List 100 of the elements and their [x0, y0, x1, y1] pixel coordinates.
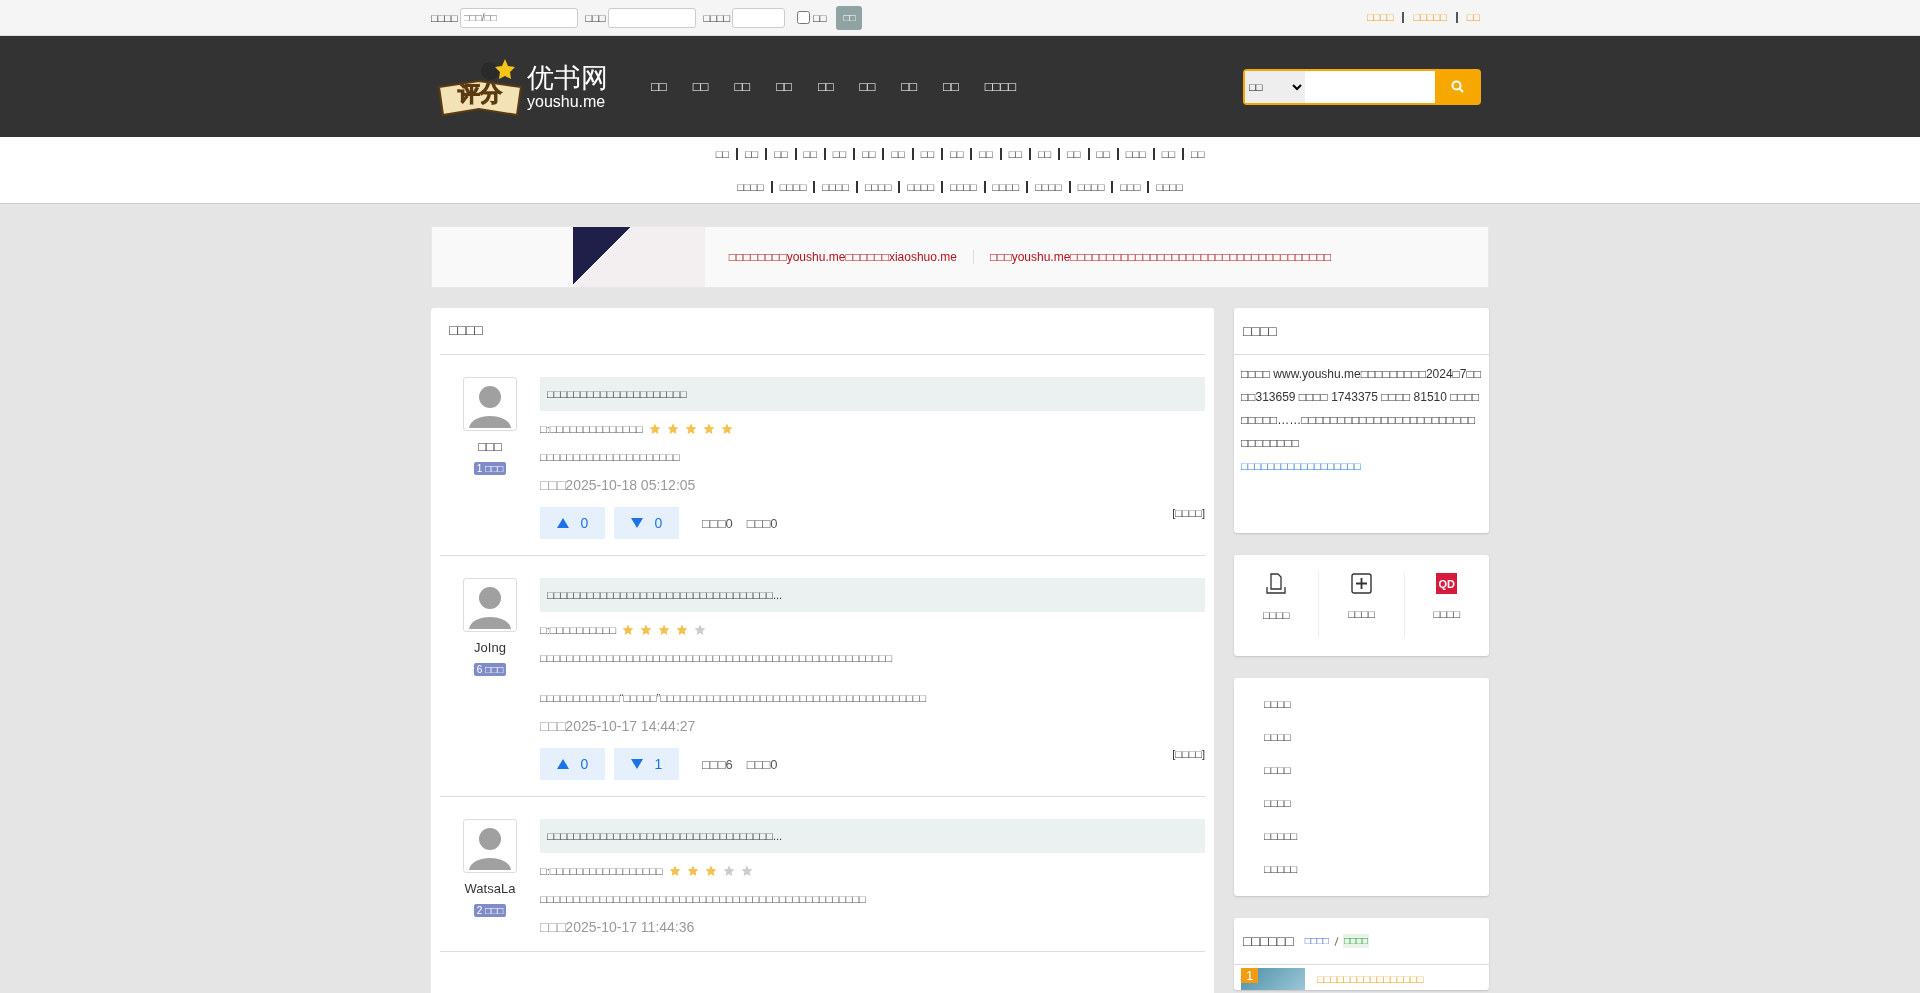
review-time: □□□2025-10-17 14:44:27: [540, 718, 697, 734]
filter-input[interactable]: □□□/□□: [459, 7, 578, 28]
action-label[interactable]: □□□□: [1262, 609, 1290, 621]
site-name: 优书网: [527, 62, 608, 93]
category-link[interactable]: □□□□: [943, 180, 986, 193]
action-label[interactable]: □□□□: [1348, 608, 1375, 620]
category-link[interactable]: □□□□: [985, 180, 1029, 193]
category-link[interactable]: □□□□: [1070, 180, 1114, 193]
star-icon: [720, 423, 733, 435]
nav-link[interactable]: □□: [930, 79, 972, 94]
star-icon: [648, 423, 661, 435]
checkbox-label: □□: [813, 11, 827, 24]
category-link[interactable]: □□□□: [772, 180, 816, 193]
about-text: □□□□ www.youshu.me□□□□□□□□□2024□7□□□□313659 □□□□ 1743375 □□□□ 81510 □□□□□□□□□……□□□□□□□□□□□□□□□□□□□□□□□□□□□□□□□□: [1241, 366, 1482, 452]
star-icon: [686, 865, 699, 877]
category-link[interactable]: □□□□: [815, 180, 858, 193]
filter-input[interactable]: [732, 7, 786, 28]
category-link[interactable]: □□: [1184, 147, 1212, 160]
field-label: □□□: [585, 11, 606, 24]
star-icon: [740, 865, 753, 877]
review-stat: □□□0: [746, 756, 778, 772]
nav-link[interactable]: □□: [638, 79, 680, 94]
category-link[interactable]: □□: [943, 147, 973, 160]
document-icon: [1266, 573, 1287, 595]
downvote-button[interactable]: 1: [614, 748, 679, 780]
filter-input[interactable]: [607, 7, 696, 28]
star-icon: [676, 624, 689, 636]
nav-link[interactable]: □□: [846, 79, 889, 94]
notice-link[interactable]: □□□youshu.me□□□□□□□□□□□□□□□□□□□□□□□□□□□□□□□□□□□□: [972, 250, 1348, 264]
review-stat: □□□0: [702, 515, 733, 531]
sidebar-link[interactable]: □□□□: [1234, 721, 1489, 754]
category-link[interactable]: □□: [708, 147, 738, 160]
username[interactable]: □□□: [478, 439, 502, 454]
review-text: □□□□□□□□□□□□□□□□□□□□□: [540, 451, 681, 463]
star-icon: [666, 423, 679, 435]
category-link[interactable]: □□□: [1118, 147, 1155, 160]
notice-link[interactable]: □□□□□□□□youshu.me□□□□□□xiaoshuo.me: [712, 250, 973, 264]
plus-square-icon: [1351, 573, 1372, 594]
sidebar-link[interactable]: □□□□□: [1234, 853, 1489, 886]
review-link[interactable]: [□□□□]: [1172, 748, 1205, 760]
sidebar-link[interactable]: □□□□: [1234, 754, 1489, 787]
review-text: □□□□□□□□□□□□□□□□□□□□□□□□□□□□□□□□□□□□□□□□□□□□□□□□□□□□□: [540, 652, 894, 664]
rank-badge: 1: [1241, 968, 1259, 983]
nav-link[interactable]: □□: [721, 79, 764, 94]
category-link[interactable]: □□: [1001, 147, 1031, 160]
qd-logo: QD: [1436, 573, 1458, 594]
downvote-button[interactable]: 0: [614, 507, 679, 539]
nav-link[interactable]: □□: [763, 79, 805, 94]
rating-label: □:□□□□□□□□□□: [540, 624, 617, 636]
review-title[interactable]: □□□□□□□□□□□□□□□□□□□□□□□□□□□□□□□□□□...: [540, 578, 1205, 612]
sidebar-link[interactable]: □□□□□: [1234, 820, 1489, 853]
review-title[interactable]: □□□□□□□□□□□□□□□□□□□□□: [540, 377, 1205, 411]
category-link[interactable]: □□: [1060, 147, 1090, 160]
category-link[interactable]: □□□□: [730, 180, 773, 193]
sidebar-link[interactable]: □□□□: [1234, 688, 1489, 721]
category-link[interactable]: □□: [1030, 147, 1061, 160]
upvote-button[interactable]: 0: [540, 748, 605, 780]
level-badge: 1 □□□: [473, 462, 507, 475]
down-arrow-icon: [630, 759, 643, 769]
star-icon: [684, 423, 697, 435]
category-link[interactable]: □□: [1089, 147, 1119, 160]
review-text: □□□□□□□□□□□□“□□□□□”□□□□□□□□□□□□□□□□□□□□□□□□□□□□□□□□□□□□□□□□: [540, 692, 928, 704]
sidebar-link[interactable]: □□□□: [1234, 787, 1489, 820]
category-link[interactable]: □□: [855, 147, 885, 160]
review-stat: □□□0: [746, 515, 778, 531]
ranking-tab[interactable]: □□□□: [1303, 934, 1330, 948]
action-label[interactable]: □□□□: [1433, 608, 1461, 620]
nav-link[interactable]: □□: [804, 79, 847, 94]
nav-link[interactable]: □□□□: [971, 79, 1030, 94]
nav-link[interactable]: □□: [888, 79, 931, 94]
about-link[interactable]: □□□□□□□□□□□□□□□□□□: [1241, 460, 1361, 472]
username[interactable]: JoIng: [474, 640, 506, 655]
category-link[interactable]: □□□□: [1028, 180, 1071, 193]
category-link[interactable]: □□: [737, 147, 768, 160]
category-link[interactable]: □□: [796, 147, 826, 160]
avatar-icon: [463, 819, 517, 873]
category-link[interactable]: □□: [767, 147, 797, 160]
category-link[interactable]: □□: [913, 147, 944, 160]
star-icon: [622, 624, 635, 636]
level-badge: 6 □□□: [473, 663, 507, 676]
star-icon: [640, 624, 653, 636]
category-link[interactable]: □□□□: [857, 180, 901, 193]
category-link[interactable]: □□: [972, 147, 1002, 160]
category-link[interactable]: □□: [825, 147, 856, 160]
star-icon: [702, 423, 715, 435]
category-link[interactable]: □□□□: [900, 180, 944, 193]
upvote-button[interactable]: 0: [540, 507, 605, 539]
filter-checkbox[interactable]: [797, 11, 811, 24]
category-link[interactable]: □□: [884, 147, 914, 160]
review-title[interactable]: □□□□□□□□□□□□□□□□□□□□□□□□□□□□□□□□□□...: [540, 819, 1205, 853]
username[interactable]: WatsaLa: [464, 881, 516, 896]
avatar-icon: [463, 578, 517, 632]
nav-link[interactable]: □□: [679, 79, 722, 94]
category-link[interactable]: □□□□: [1149, 180, 1190, 193]
field-label: □□□□: [703, 11, 731, 24]
category-link[interactable]: □□: [1154, 147, 1185, 160]
rating-label: □:□□□□□□□□□□□□□□□□□: [540, 865, 663, 877]
review-link[interactable]: [□□□□]: [1172, 507, 1205, 519]
review-time: □□□2025-10-18 05:12:05: [540, 477, 697, 493]
category-link[interactable]: □□□: [1113, 180, 1150, 193]
